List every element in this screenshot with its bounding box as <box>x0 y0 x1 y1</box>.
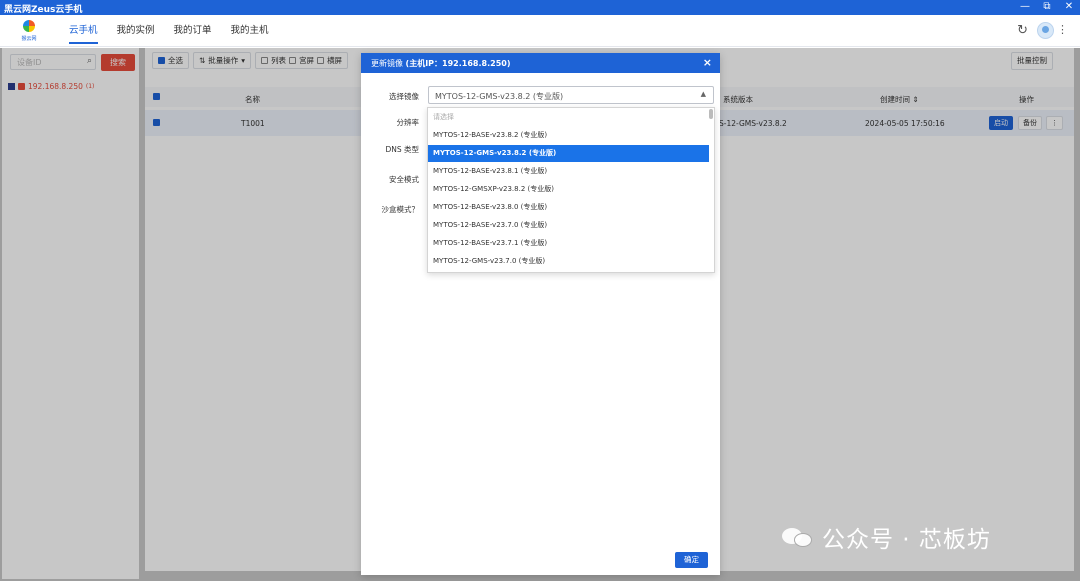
restore-icon[interactable]: ⧉ <box>1042 1 1052 13</box>
watermark: 公众号 · 芯板坊 <box>782 520 991 554</box>
image-option[interactable]: MYTOS-12-BASE-v23.7.0 (专业版) <box>428 217 709 234</box>
label-security: 安全模式 <box>389 175 419 184</box>
wechat-icon <box>782 525 814 549</box>
image-dropdown: 请选择 MYTOS-12-BASE-v23.8.2 (专业版) MYTOS-12… <box>427 107 715 273</box>
label-dns: DNS 类型 <box>385 145 419 154</box>
minimize-icon[interactable]: — <box>1020 1 1030 13</box>
image-option[interactable]: MYTOS-12-BASE-v23.8.1 (专业版) <box>428 163 709 180</box>
window-titlebar: 黑云网Zeus云手机 — ⧉ ✕ <box>0 0 1080 15</box>
window-title: 黑云网Zeus云手机 <box>4 5 83 15</box>
window-controls: — ⧉ ✕ <box>1020 1 1074 13</box>
image-option-selected[interactable]: MYTOS-12-GMS-v23.8.2 (专业版) <box>428 145 709 162</box>
top-nav: 猴云网 云手机 我的实例 我的订单 我的主机 ↻ ⋮ <box>0 15 1080 47</box>
close-window-icon[interactable]: ✕ <box>1064 1 1074 13</box>
dropdown-scrollbar[interactable] <box>709 109 713 119</box>
update-image-dialog: 更新镜像 (主机IP：192.168.8.250) × 选择镜像 分辨率 DNS… <box>361 53 720 575</box>
close-icon[interactable]: × <box>703 56 712 69</box>
dialog-title: 更新镜像 (主机IP：192.168.8.250) <box>371 59 511 68</box>
label-image: 选择镜像 <box>389 92 419 101</box>
image-option[interactable]: MYTOS-12-GMS-v23.7.0 (专业版) <box>428 253 709 270</box>
confirm-button[interactable]: 确定 <box>675 552 708 568</box>
image-option[interactable]: MYTOS-12-BASE-v23.8.0 (专业版) <box>428 199 709 216</box>
image-select-value: MYTOS-12-GMS-v23.8.2 (专业版) <box>435 92 564 101</box>
refresh-icon[interactable]: ↻ <box>1017 23 1028 38</box>
watermark-text: 公众号 · 芯板坊 <box>822 527 991 553</box>
image-select[interactable]: MYTOS-12-GMS-v23.8.2 (专业版) ▲ <box>428 86 714 104</box>
more-menu-icon[interactable]: ⋮ <box>1057 23 1068 36</box>
logo-text: 猴云网 <box>21 36 37 42</box>
tab-my-instances[interactable]: 我的实例 <box>110 15 162 47</box>
label-sandbox: 沙盒模式？ <box>381 205 420 214</box>
image-option[interactable]: MYTOS-12-BASE-v23.8.2 (专业版) <box>428 127 709 144</box>
tab-cloud-phone[interactable]: 云手机 <box>62 15 105 47</box>
avatar[interactable] <box>1037 22 1054 39</box>
logo: 猴云网 <box>16 18 42 46</box>
image-option[interactable]: MYTOS-12-GMSXP-v23.8.2 (专业版) <box>428 181 709 198</box>
image-option[interactable]: MYTOS-12-BASE-v23.7.1 (专业版) <box>428 235 709 252</box>
nav-tabs: 云手机 我的实例 我的订单 我的主机 <box>62 15 281 47</box>
chevron-up-icon: ▲ <box>700 90 706 98</box>
logo-icon <box>23 20 35 32</box>
tab-my-orders[interactable]: 我的订单 <box>167 15 219 47</box>
tab-my-hosts[interactable]: 我的主机 <box>224 15 276 47</box>
image-option-placeholder[interactable]: 请选择 <box>428 109 709 126</box>
label-resolution: 分辨率 <box>396 118 420 127</box>
dialog-header: 更新镜像 (主机IP：192.168.8.250) × <box>361 53 720 73</box>
